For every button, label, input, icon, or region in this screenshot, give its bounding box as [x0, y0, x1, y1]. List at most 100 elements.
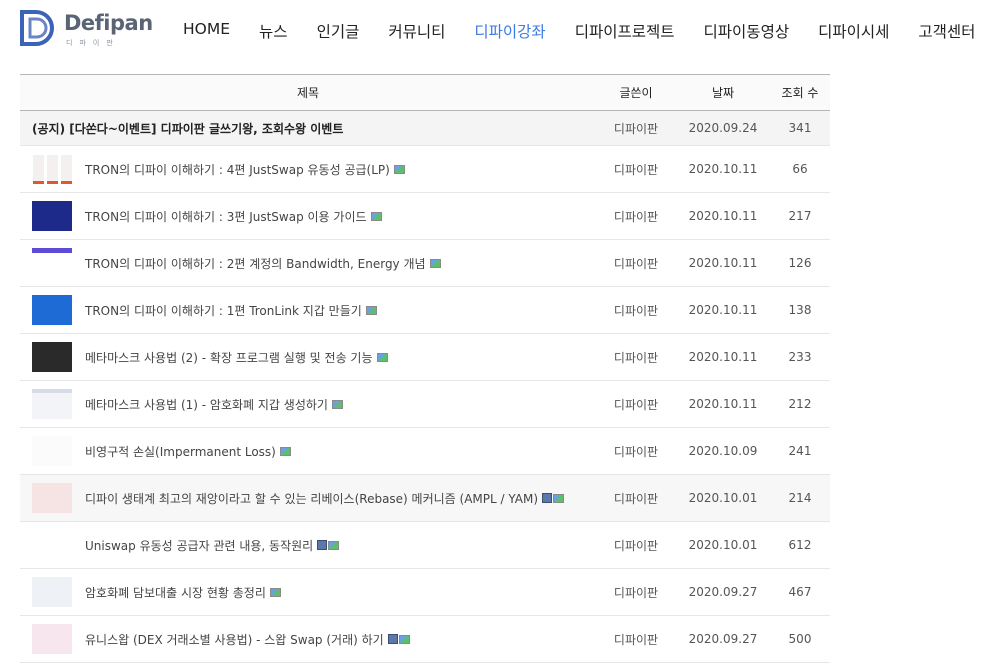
post-row[interactable]: 디파이 생태계 최고의 재앙이라고 할 수 있는 리베이스(Rebase) 메커…: [20, 474, 830, 522]
post-date: 2020.10.11: [676, 239, 770, 287]
image-icon: [553, 493, 565, 503]
post-author[interactable]: 디파이판: [596, 192, 676, 240]
nav-item-2[interactable]: 인기글: [317, 20, 360, 42]
post-date: 2020.10.11: [676, 145, 770, 193]
post-thumbnail[interactable]: [32, 154, 72, 184]
post-author[interactable]: 디파이판: [596, 474, 676, 522]
post-date: 2020.10.01: [676, 521, 770, 569]
post-author[interactable]: 디파이판: [596, 427, 676, 475]
post-author[interactable]: 디파이판: [596, 333, 676, 381]
post-title-link[interactable]: 디파이 생태계 최고의 재앙이라고 할 수 있는 리베이스(Rebase) 메커…: [85, 490, 538, 507]
post-date: 2020.10.09: [676, 427, 770, 475]
post-thumbnail[interactable]: [32, 483, 72, 513]
file-icon: [542, 493, 553, 503]
image-icon: [398, 634, 410, 644]
post-date: 2020.10.11: [676, 192, 770, 240]
logo-wordmark: Defipan: [64, 11, 153, 35]
post-row[interactable]: TRON의 디파이 이해하기 : 3편 JustSwap 이용 가이드 디파이판 2…: [20, 192, 830, 240]
post-thumbnail[interactable]: [32, 624, 72, 654]
image-icon: [376, 352, 388, 362]
image-icon: [370, 211, 382, 221]
post-date: 2020.09.27: [676, 568, 770, 616]
header-title: 제목: [20, 74, 596, 111]
logo-subtitle: 디파이판: [66, 39, 120, 47]
post-author[interactable]: 디파이판: [596, 145, 676, 193]
post-author[interactable]: 디파이판: [596, 380, 676, 428]
post-views: 126: [770, 239, 830, 287]
board-header-row: 제목 글쓴이 날짜 조회 수: [20, 74, 830, 111]
post-title-link[interactable]: 암호화폐 담보대출 시장 현황 총정리: [85, 584, 266, 601]
post-title-link[interactable]: 유니스왑 (DEX 거래소별 사용법) - 스왑 Swap (거래) 하기: [85, 631, 384, 648]
post-row[interactable]: TRON의 디파이 이해하기 : 2편 계정의 Bandwidth, Energ…: [20, 239, 830, 287]
post-row[interactable]: 메타마스크 사용법 (1) - 암호화폐 지갑 생성하기 디파이판 2020.10.…: [20, 380, 830, 428]
post-title-link[interactable]: 메타마스크 사용법 (1) - 암호화폐 지갑 생성하기: [85, 396, 328, 413]
post-date: 2020.10.11: [676, 286, 770, 334]
post-author[interactable]: 디파이판: [596, 568, 676, 616]
post-thumbnail[interactable]: [32, 201, 72, 231]
notice-views: 341: [770, 110, 830, 146]
post-views: 138: [770, 286, 830, 334]
post-author[interactable]: 디파이판: [596, 286, 676, 334]
nav-item-6[interactable]: 디파이동영상: [704, 20, 790, 42]
post-thumbnail[interactable]: [32, 436, 72, 466]
post-views: 214: [770, 474, 830, 522]
header-views: 조회 수: [770, 74, 830, 111]
post-row[interactable]: Uniswap 유동성 공급자 관련 내용, 동작원리 디파이판 2020.10.0…: [20, 521, 830, 569]
post-thumbnail[interactable]: [32, 577, 72, 607]
defipan-logo-icon: [20, 10, 54, 46]
post-author[interactable]: 디파이판: [596, 239, 676, 287]
post-row[interactable]: 암호화폐 담보대출 시장 현황 총정리 디파이판 2020.09.27 467: [20, 568, 830, 616]
image-icon: [328, 540, 340, 550]
header-author: 글쓴이: [596, 74, 676, 111]
image-icon: [429, 258, 441, 268]
post-date: 2020.10.01: [676, 474, 770, 522]
post-thumbnail[interactable]: [32, 295, 72, 325]
notice-author[interactable]: 디파이판: [596, 110, 676, 146]
nav-item-7[interactable]: 디파이시세: [818, 20, 889, 42]
image-icon: [365, 305, 377, 315]
post-row[interactable]: 비영구적 손실(Impermanent Loss) 디파이판 2020.10.09 2…: [20, 427, 830, 475]
post-views: 66: [770, 145, 830, 193]
post-title-link[interactable]: TRON의 디파이 이해하기 : 1편 TronLink 지갑 만들기: [85, 302, 362, 319]
post-title-link[interactable]: Uniswap 유동성 공급자 관련 내용, 동작원리: [85, 537, 313, 554]
post-board: 제목 글쓴이 날짜 조회 수 (공지) [다쏜다~이벤트] 디파이판 글쓰기왕,…: [20, 74, 830, 663]
main-nav: HOME 뉴스 인기글 커뮤니티 디파이강좌 디파이프로젝트 디파이동영상 디파이시세 고객센터: [183, 20, 996, 42]
post-views: 241: [770, 427, 830, 475]
file-icon: [387, 634, 398, 644]
post-views: 612: [770, 521, 830, 569]
notice-row[interactable]: (공지) [다쏜다~이벤트] 디파이판 글쓰기왕, 조회수왕 이벤트 디파이판 …: [20, 110, 830, 146]
post-title-link[interactable]: TRON의 디파이 이해하기 : 3편 JustSwap 이용 가이드: [85, 208, 367, 225]
post-views: 467: [770, 568, 830, 616]
post-author[interactable]: 디파이판: [596, 615, 676, 663]
post-title-link[interactable]: TRON의 디파이 이해하기 : 4편 JustSwap 유동성 공급(LP): [85, 161, 390, 178]
post-date: 2020.10.11: [676, 380, 770, 428]
post-date: 2020.09.27: [676, 615, 770, 663]
post-thumbnail[interactable]: [32, 530, 72, 560]
post-row[interactable]: 메타마스크 사용법 (2) - 확장 프로그램 실행 및 전송 기능 디파이판 20…: [20, 333, 830, 381]
post-row[interactable]: 유니스왑 (DEX 거래소별 사용법) - 스왑 Swap (거래) 하기 디파이…: [20, 615, 830, 663]
nav-item-3[interactable]: 커뮤니티: [388, 20, 445, 42]
file-icon: [317, 540, 328, 550]
site-logo[interactable]: Defipan 디파이판: [20, 10, 153, 50]
nav-item-4[interactable]: 디파이강좌: [474, 20, 545, 42]
notice-title-link[interactable]: (공지) [다쏜다~이벤트] 디파이판 글쓰기왕, 조회수왕 이벤트: [20, 122, 343, 136]
post-thumbnail[interactable]: [32, 389, 72, 419]
post-thumbnail[interactable]: [32, 342, 72, 372]
site-header: Defipan 디파이판 HOME 뉴스 인기글 커뮤니티 디파이강좌 디파이프로젝트 디파…: [0, 0, 996, 62]
nav-item-0[interactable]: HOME: [183, 20, 230, 42]
nav-item-8[interactable]: 고객센터: [918, 20, 975, 42]
image-icon: [393, 164, 405, 174]
nav-item-1[interactable]: 뉴스: [259, 20, 288, 42]
post-title-link[interactable]: 비영구적 손실(Impermanent Loss): [85, 443, 276, 460]
post-row[interactable]: TRON의 디파이 이해하기 : 1편 TronLink 지갑 만들기 디파이판 2…: [20, 286, 830, 334]
post-thumbnail[interactable]: [32, 248, 72, 278]
nav-item-5[interactable]: 디파이프로젝트: [575, 20, 675, 42]
post-views: 212: [770, 380, 830, 428]
post-author[interactable]: 디파이판: [596, 521, 676, 569]
image-icon: [331, 399, 343, 409]
post-row[interactable]: TRON의 디파이 이해하기 : 4편 JustSwap 유동성 공급(LP) 디…: [20, 145, 830, 193]
post-views: 217: [770, 192, 830, 240]
post-title-link[interactable]: TRON의 디파이 이해하기 : 2편 계정의 Bandwidth, Energ…: [85, 255, 426, 272]
post-title-link[interactable]: 메타마스크 사용법 (2) - 확장 프로그램 실행 및 전송 기능: [85, 349, 373, 366]
image-icon: [269, 587, 281, 597]
